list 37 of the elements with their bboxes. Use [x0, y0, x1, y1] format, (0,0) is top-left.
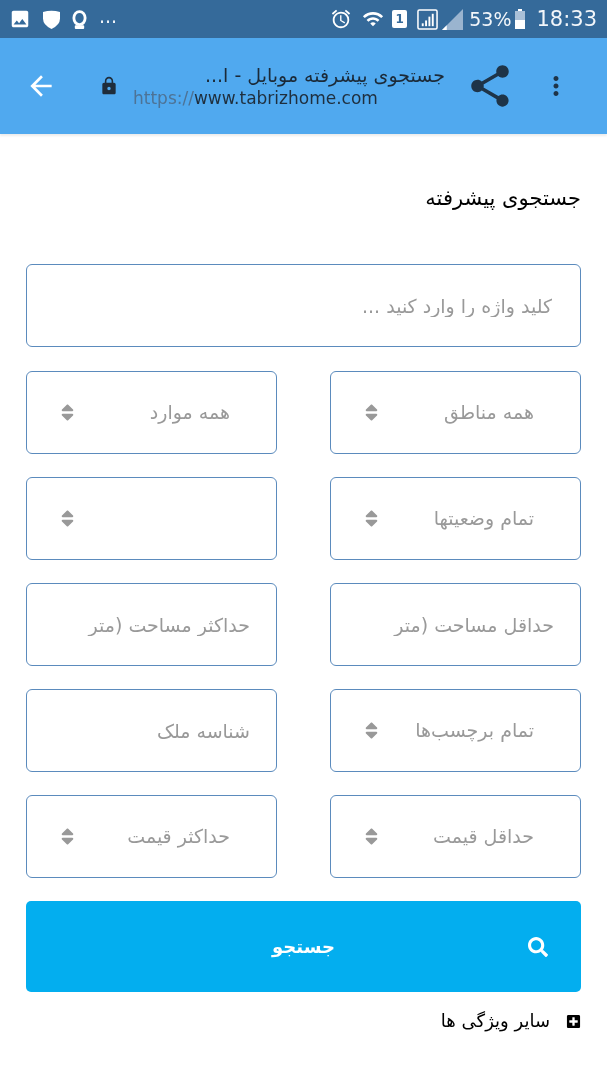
sort-icon [61, 402, 74, 423]
text-input[interactable]: حداکثر مساحت (متر [26, 583, 277, 666]
sort-icon [365, 720, 378, 741]
dropdown-field[interactable]: تمام برچسب‌ها [330, 689, 581, 772]
page-title: جستجوی پیشرفته موبایل - ا... [205, 63, 445, 88]
sort-icon [61, 826, 74, 847]
alarm-icon [330, 8, 353, 30]
ring-icon [72, 9, 87, 29]
sort-icon [365, 508, 378, 529]
sim-badge: 1 [392, 10, 408, 28]
plus-icon [566, 1013, 581, 1029]
sort-icon [365, 826, 378, 847]
battery-percent: 53% [469, 9, 512, 29]
dropdown-field[interactable]: تمام وضعیتها [330, 477, 581, 560]
search-icon [528, 936, 548, 957]
page-heading: جستجوی پیشرفته [424, 185, 581, 212]
image-icon [9, 8, 31, 30]
dropdown-field[interactable]: حداقل قیمت [330, 795, 581, 878]
url-text: https://www.tabrizhome.com [133, 87, 378, 110]
dropdown-field[interactable] [26, 477, 277, 560]
sort-icon [61, 508, 74, 529]
lock-icon [99, 75, 119, 97]
signal-icon [417, 8, 439, 30]
shield-icon [43, 9, 60, 29]
overflow-dots: ... [99, 6, 118, 26]
sort-icon [365, 402, 378, 423]
text-input[interactable]: حداقل مساحت (متر [330, 583, 581, 666]
signal-icon [442, 8, 464, 30]
dropdown-field[interactable]: همه موارد [26, 371, 277, 454]
search-input[interactable]: کلید واژه را وارد کنید ... [26, 264, 581, 347]
dropdown-field[interactable]: حداکثر قیمت [26, 795, 277, 878]
text-input[interactable]: شناسه ملک [26, 689, 277, 772]
search-button[interactable]: جستجو [26, 901, 581, 992]
clock-time: 18:33 [536, 8, 597, 30]
more-features-link[interactable]: سایر ویژگی ها [440, 1008, 581, 1034]
dropdown-field[interactable]: همه مناطق [330, 371, 581, 454]
battery-icon [515, 9, 526, 29]
